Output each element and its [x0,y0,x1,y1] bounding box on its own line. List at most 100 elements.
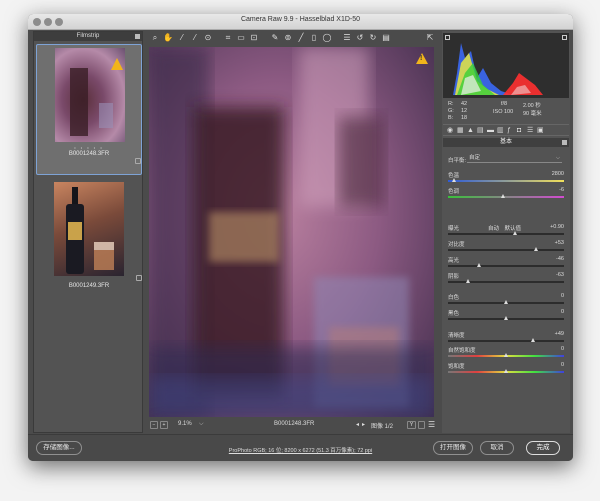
adjustments-panel: R: 42 G: 12 B: 18 f/8 2.00 秒 ISO 100 90 … [442,31,570,433]
rotate-ccw-icon[interactable]: ↺ [355,33,365,43]
color-sampler-icon[interactable]: ⁄ [190,33,200,43]
image-info: R: 42 G: 12 B: 18 f/8 2.00 秒 ISO 100 90 … [443,100,569,122]
slider-knob[interactable] [531,338,536,342]
slider-row[interactable]: 黑色 0 [448,309,564,323]
preview-menu-icon[interactable]: ☰ [428,420,435,429]
straighten-icon[interactable]: ▭ [236,33,246,43]
slider-knob[interactable] [503,316,508,320]
detail-tab-icon[interactable]: ▲ [467,127,474,134]
hsl-tab-icon[interactable]: ▤ [477,127,484,134]
crop-icon[interactable]: ⌗ [223,33,233,43]
slider-value[interactable]: 0 [544,293,564,299]
thumbnail-filename: B0001248.3FR [68,151,110,157]
trash-icon[interactable]: ▤ [381,33,391,43]
presets-tab-icon[interactable]: ☰ [527,127,533,134]
white-balance-select[interactable]: 自定 ⌵ [467,154,562,163]
image-preview[interactable]: ! [149,47,434,417]
slider-value[interactable]: 2800 [544,171,564,177]
slider-value[interactable]: -63 [544,272,564,278]
before-after-button[interactable]: Y [407,421,416,429]
adjustment-brush-icon[interactable]: ╱ [296,33,306,43]
slider-row[interactable]: 阴影 -63 [448,272,564,286]
slider-row[interactable]: 曝光 +0.90 [448,224,564,238]
slider-row[interactable]: 饱和度 0 [448,362,564,376]
slider-knob[interactable] [503,369,508,373]
slider-track[interactable] [448,233,564,235]
fullscreen-icon[interactable]: ⇱ [425,33,435,43]
slider-label: 白色 [448,295,460,301]
done-button[interactable]: 完成 [526,441,560,455]
b-value: 18 [461,115,468,121]
slider-track[interactable] [448,265,564,267]
preferences-icon[interactable]: ☰ [342,33,352,43]
slider-knob[interactable] [466,279,471,283]
spot-removal-icon[interactable]: ✎ [270,33,280,43]
target-adjust-icon[interactable]: ⊙ [203,33,213,43]
filmstrip-item[interactable]: B0001249.3FR [36,181,142,301]
slider-knob[interactable] [533,247,538,251]
slider-knob[interactable] [452,178,457,182]
snapshots-tab-icon[interactable]: ▣ [537,127,544,134]
red-eye-icon[interactable]: ⊚ [283,33,293,43]
fx-tab-icon[interactable]: ƒ [507,127,513,134]
slider-value[interactable]: +49 [544,331,564,337]
zoom-out-button[interactable]: − [150,421,158,429]
prev-image-icon[interactable]: ◂ [356,421,359,428]
shadow-clipping-icon[interactable] [445,35,450,40]
panel-menu-icon[interactable] [562,140,567,145]
highlight-clipping-icon[interactable] [562,35,567,40]
zoom-level[interactable]: 9.1% [178,421,192,427]
toggle-settings-button[interactable] [418,421,425,429]
slider-row[interactable]: 色温 2800 [448,171,564,185]
white-balance-value: 自定 [469,155,481,161]
slider-knob[interactable] [503,300,508,304]
slider-track[interactable] [448,180,564,182]
slider-knob[interactable] [501,194,506,198]
hand-icon[interactable]: ✋ [163,33,173,43]
zoom-icon[interactable]: ⌕ [150,33,160,43]
transform-icon[interactable]: ⊡ [249,33,259,43]
slider-value[interactable]: -46 [544,256,564,262]
lens-corrections-tab-icon[interactable]: ▥ [497,127,504,134]
tone-curve-tab-icon[interactable]: ▦ [457,127,464,134]
slider-knob[interactable] [512,231,517,235]
slider-knob[interactable] [476,263,481,267]
slider-value[interactable]: -6 [544,187,564,193]
split-toning-tab-icon[interactable]: ▬ [487,127,494,134]
slider-label: 色调 [448,189,460,195]
slider-value[interactable]: 0 [544,362,564,368]
white-balance-icon[interactable]: ⁄ [177,33,187,43]
filmstrip-menu-icon[interactable] [135,34,140,39]
rating-stars[interactable]: • • • • • [37,145,141,150]
white-balance-label: 白平衡: [448,158,467,164]
radial-filter-icon[interactable]: ◯ [322,33,332,43]
slider-label: 自然饱和度 [448,348,476,354]
camera-calibration-tab-icon[interactable]: ◘ [517,127,523,134]
next-image-icon[interactable]: ▸ [362,421,365,428]
slider-row[interactable]: 对比度 +53 [448,240,564,254]
slider-row[interactable]: 自然饱和度 0 [448,346,564,360]
preview-status-bar: − + 9.1% ⌵ B0001248.3FR ◂ ▸ 图像 1/2 Y ☰ [146,419,438,432]
basic-tab-icon[interactable]: ◉ [447,127,453,134]
rotate-cw-icon[interactable]: ↻ [368,33,378,43]
slider-knob[interactable] [503,353,508,357]
slider-row[interactable]: 白色 0 [448,293,564,307]
slider-value[interactable]: 0 [544,346,564,352]
thumbnail-filename: B0001249.3FR [68,283,110,289]
zoom-in-button[interactable]: + [160,421,168,429]
graduated-filter-icon[interactable]: ▯ [309,33,319,43]
slider-value[interactable]: +0.90 [544,224,564,230]
slider-row[interactable]: 高光 -46 [448,256,564,270]
open-image-button[interactable]: 打开图像 [433,441,473,455]
slider-row[interactable]: 色调 -6 [448,187,564,201]
slider-track[interactable] [448,340,564,342]
zoom-dropdown-icon[interactable]: ⌵ [199,421,204,428]
slider-row[interactable]: 清晰度 +49 [448,331,564,345]
warning-icon[interactable]: ! [416,53,428,64]
slider-track[interactable] [448,196,564,198]
slider-value[interactable]: +53 [544,240,564,246]
cancel-button[interactable]: 取消 [480,441,514,455]
slider-value[interactable]: 0 [544,309,564,315]
filmstrip-item[interactable]: • • • • • B0001248.3FR [36,44,142,175]
slider-track[interactable] [448,249,564,251]
